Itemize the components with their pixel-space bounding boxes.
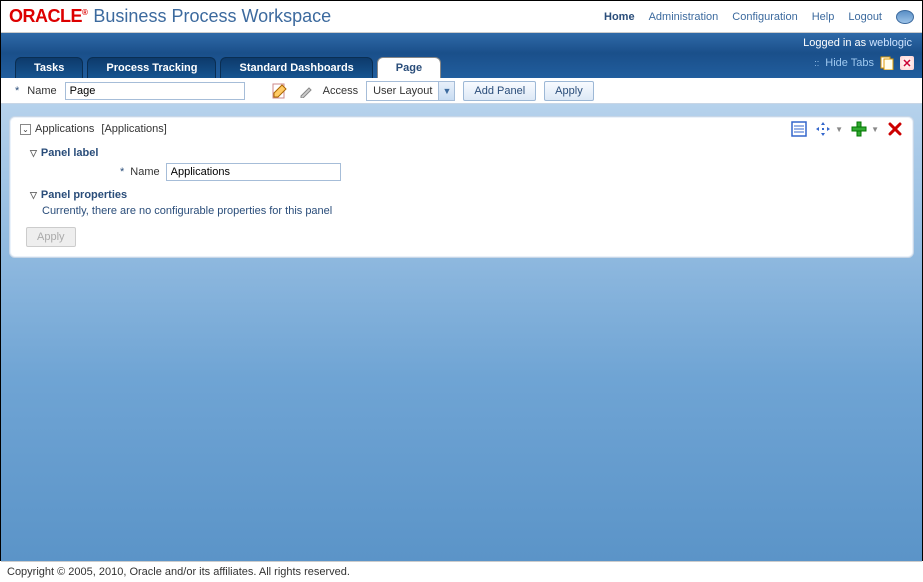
brand-oval-icon <box>896 10 914 24</box>
move-icon[interactable] <box>815 121 831 137</box>
app-title: Business Process Workspace <box>93 6 331 27</box>
logo-area: ORACLE Business Process Workspace <box>9 6 331 27</box>
tab-page[interactable]: Page <box>377 57 441 78</box>
apply-button[interactable]: Apply <box>544 81 594 101</box>
add-menu-caret-icon[interactable]: ▼ <box>871 125 879 134</box>
breadcrumb-app: Applications <box>35 123 94 135</box>
page-toolbar: * Name Access User Layout ▼ Add Panel Ap… <box>1 78 922 104</box>
collapse-triangle-icon[interactable]: ▽ <box>30 148 37 159</box>
panel-name-label: Name <box>130 166 159 178</box>
panel-properties-title: Panel properties <box>41 189 127 201</box>
panel-properties-note: Currently, there are no configurable pro… <box>42 205 903 217</box>
oracle-logo: ORACLE <box>9 6 87 27</box>
expand-toggle-icon[interactable]: ⌄ <box>20 124 31 135</box>
hide-tabs-dots-icon: :: <box>814 58 819 68</box>
close-tab-icon[interactable]: ✕ <box>900 56 914 70</box>
tab-process-tracking[interactable]: Process Tracking <box>87 57 216 78</box>
panel-name-row: * Name <box>120 163 903 181</box>
panel-card: ⌄ Applications [Applications] ▼ ▼ <box>9 116 914 258</box>
edit-icon[interactable] <box>271 82 289 100</box>
user-bar: Logged in as weblogic <box>1 33 922 53</box>
tab-tasks[interactable]: Tasks <box>15 57 83 78</box>
panel-name-input[interactable] <box>166 163 341 181</box>
footer: Copyright © 2005, 2010, Oracle and/or it… <box>1 561 922 582</box>
panel-tools: ▼ ▼ <box>791 121 903 137</box>
move-menu-caret-icon[interactable]: ▼ <box>835 125 843 134</box>
page-name-input[interactable] <box>65 82 245 100</box>
required-marker: * <box>15 85 19 97</box>
tab-standard-dashboards[interactable]: Standard Dashboards <box>220 57 372 78</box>
nav-home[interactable]: Home <box>604 11 635 23</box>
list-view-icon[interactable] <box>791 121 807 137</box>
top-nav: Home Administration Configuration Help L… <box>604 10 914 24</box>
panel-breadcrumb: ⌄ Applications [Applications] <box>20 123 167 135</box>
logged-in-user: weblogic <box>869 37 912 49</box>
pages-icon[interactable] <box>880 56 894 70</box>
hide-tabs-link[interactable]: Hide Tabs <box>825 57 874 69</box>
name-label: Name <box>27 85 56 97</box>
tab-strip-tools: :: Hide Tabs ✕ <box>814 56 914 70</box>
access-select[interactable]: User Layout ▼ <box>366 81 455 101</box>
panel-header: ⌄ Applications [Applications] ▼ ▼ <box>20 121 903 137</box>
nav-help[interactable]: Help <box>812 11 835 23</box>
logged-in-label: Logged in as <box>803 37 866 49</box>
app-header: ORACLE Business Process Workspace Home A… <box>1 1 922 33</box>
copyright-text: Copyright © 2005, 2010, Oracle and/or it… <box>7 566 350 578</box>
panel-label-section: ▽ Panel label <box>30 147 903 159</box>
delete-icon[interactable] <box>887 121 903 137</box>
add-panel-button[interactable]: Add Panel <box>463 81 536 101</box>
nav-administration[interactable]: Administration <box>649 11 719 23</box>
dropdown-icon[interactable]: ▼ <box>438 82 454 100</box>
tab-strip: Tasks Process Tracking Standard Dashboar… <box>1 53 922 78</box>
panel-apply-row: Apply <box>26 227 903 247</box>
collapse-triangle-icon-2[interactable]: ▽ <box>30 190 37 201</box>
nav-configuration[interactable]: Configuration <box>732 11 797 23</box>
panel-apply-button: Apply <box>26 227 76 247</box>
pencil-icon[interactable] <box>297 82 315 100</box>
panel-label-title: Panel label <box>41 147 98 159</box>
access-label: Access <box>323 85 358 97</box>
required-marker-2: * <box>120 166 124 178</box>
main-content: ⌄ Applications [Applications] ▼ ▼ <box>1 104 922 561</box>
add-icon[interactable] <box>851 121 867 137</box>
access-value: User Layout <box>367 85 438 97</box>
panel-properties-section: ▽ Panel properties <box>30 189 903 201</box>
breadcrumb-detail: [Applications] <box>101 123 166 135</box>
nav-logout[interactable]: Logout <box>848 11 882 23</box>
